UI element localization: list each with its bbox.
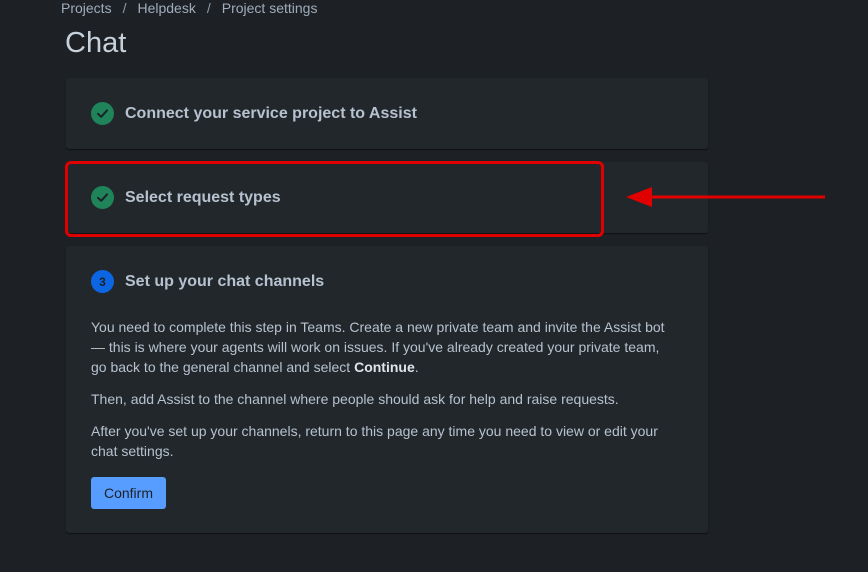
page-title: Chat — [65, 27, 127, 59]
breadcrumb-separator: / — [206, 0, 211, 16]
add-assist-paragraph: Then, add Assist to the channel where pe… — [91, 391, 619, 407]
step-header: 3 Set up your chat channels — [91, 270, 324, 293]
breadcrumb-helpdesk[interactable]: Helpdesk — [137, 0, 195, 16]
instructions-paragraph: You need to complete this step in Teams.… — [91, 317, 671, 377]
continue-emphasis: Continue — [354, 359, 415, 375]
step-title: Connect your service project to Assist — [125, 104, 417, 122]
step-title: Select request types — [125, 188, 281, 206]
annotation-arrow-icon — [626, 187, 825, 207]
instructions-end: . — [414, 359, 419, 375]
check-circle-icon — [91, 102, 114, 125]
step-number-icon: 3 — [91, 270, 114, 293]
step-header: Connect your service project to Assist — [91, 102, 417, 125]
step-header: Select request types — [91, 186, 281, 209]
check-circle-icon — [91, 186, 114, 209]
breadcrumb-project-settings[interactable]: Project settings — [222, 0, 318, 16]
step-card-chat-channels: 3 Set up your chat channels You need to … — [66, 246, 708, 533]
breadcrumb-separator: / — [122, 0, 127, 16]
breadcrumb: Projects / Helpdesk / Project settings — [61, 0, 317, 16]
confirm-button[interactable]: Confirm — [91, 477, 166, 509]
return-paragraph: After you've set up your channels, retur… — [91, 423, 658, 459]
step-card-connect: Connect your service project to Assist — [66, 78, 708, 149]
step-card-request-types: Select request types — [66, 162, 708, 233]
step-title: Set up your chat channels — [125, 272, 325, 290]
breadcrumb-projects[interactable]: Projects — [61, 0, 112, 16]
